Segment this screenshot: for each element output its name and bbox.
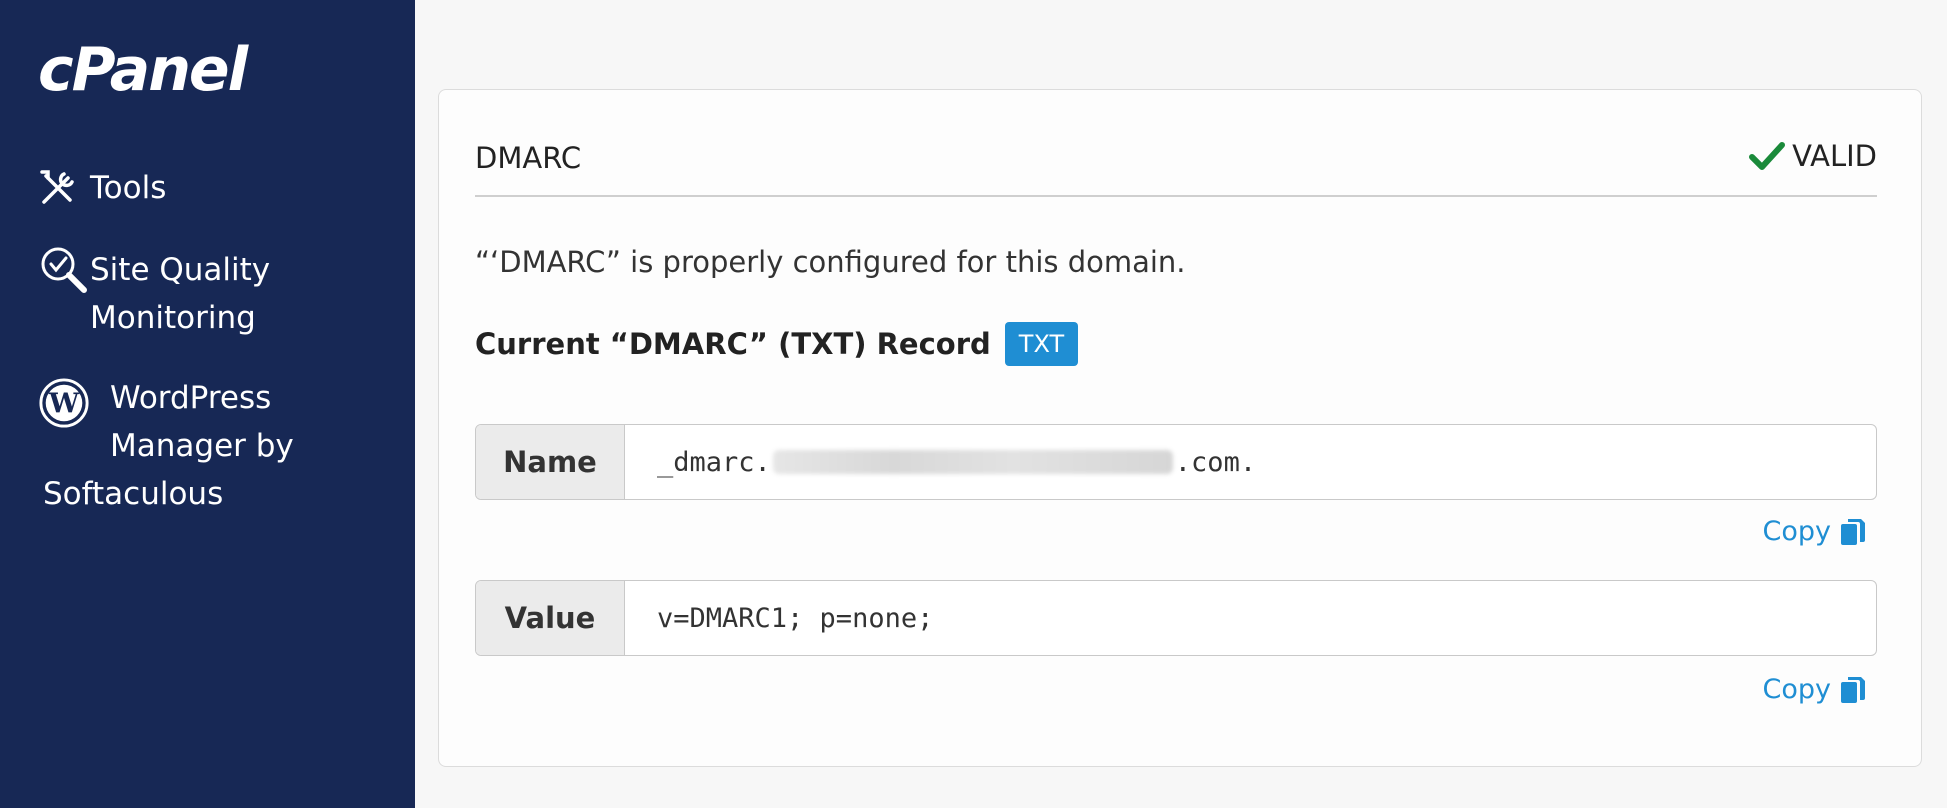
tools-icon (38, 164, 90, 212)
sidebar-item-site-quality-monitoring[interactable]: Site Quality Monitoring (38, 246, 270, 342)
record-heading: Current “DMARC” (TXT) Record TXT (475, 322, 1079, 366)
divider (475, 195, 1877, 197)
sidebar-item-tools[interactable]: Tools (38, 164, 166, 212)
dmarc-card: DMARC VALID “‘DMARC” is properly configu… (438, 89, 1922, 767)
status-badge: VALID (1748, 136, 1877, 176)
cpanel-logo[interactable]: cPanel (38, 30, 248, 110)
value-field: Value v=DMARC1; p=none; (475, 580, 1877, 656)
name-value-suffix: .com. (1174, 446, 1257, 478)
sidebar-item-wordpress-manager[interactable]: W WordPress Manager by Softaculous (38, 374, 378, 524)
name-field-label: Name (476, 425, 625, 499)
status-message: “‘DMARC” is properly configured for this… (475, 245, 1186, 279)
record-type-badge: TXT (1004, 322, 1079, 366)
sidebar: cPanel Tools Site Quality Monitoring W W… (0, 0, 415, 808)
redacted-domain (772, 450, 1173, 474)
copy-name-button[interactable]: Copy (1763, 514, 1870, 550)
value-field-value[interactable]: v=DMARC1; p=none; (625, 581, 1876, 655)
sidebar-item-label: WordPress (110, 380, 272, 416)
name-value-prefix: _dmarc. (657, 446, 771, 478)
copy-label: Copy (1762, 516, 1832, 547)
copy-icon (1839, 674, 1869, 706)
copy-icon (1839, 516, 1869, 548)
name-field: Name _dmarc. .com. (475, 424, 1877, 500)
checkmark-icon (1748, 136, 1792, 176)
wordpress-icon: W (38, 374, 90, 432)
value-field-label: Value (476, 581, 625, 655)
svg-text:W: W (48, 389, 80, 420)
sidebar-item-label: Site Quality Monitoring (90, 252, 271, 336)
sidebar-item-label: Softaculous (43, 476, 224, 512)
status-label: VALID (1792, 139, 1877, 173)
card-title: DMARC (475, 141, 582, 175)
record-heading-text: Current “DMARC” (TXT) Record (475, 327, 991, 361)
magnifier-check-icon (38, 246, 90, 294)
name-field-value[interactable]: _dmarc. .com. (625, 425, 1876, 499)
copy-value-button[interactable]: Copy (1763, 672, 1870, 708)
sidebar-item-label: Tools (90, 170, 167, 206)
sidebar-item-label: Manager by (110, 428, 294, 464)
copy-label: Copy (1762, 674, 1832, 705)
